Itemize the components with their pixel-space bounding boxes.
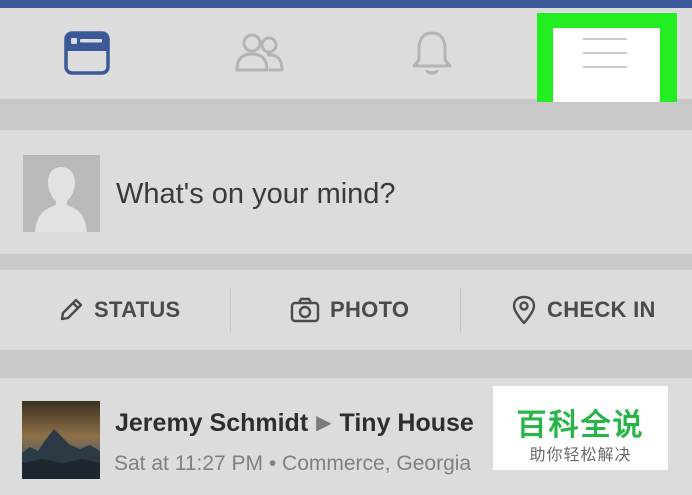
check-in-label: CHECK IN [547,297,656,322]
status-label: STATUS [94,297,181,322]
check-in-button[interactable]: CHECK IN [511,270,656,350]
section-gap [0,102,692,130]
menu-button[interactable] [553,28,660,112]
status-composer[interactable]: What's on your mind? [0,130,692,254]
section-gap [0,350,692,378]
action-divider [460,288,461,332]
notifications-tab[interactable] [397,22,467,84]
composer-prompt[interactable]: What's on your mind? [116,178,396,211]
top-status-strip [0,0,692,8]
post-meta: Sat at 11:27 PM • Commerce, Georgia [114,452,472,475]
watermark-title: 百科全说 [516,409,645,442]
avatar [23,155,100,232]
arrow-right-icon: ▶ [316,412,332,434]
news-feed-icon [64,31,110,75]
friends-tab[interactable] [224,22,294,84]
post-target[interactable]: Tiny House [340,409,474,437]
photo-label: PHOTO [330,297,410,322]
friends-icon [235,33,284,72]
status-button[interactable]: STATUS [58,270,181,350]
composer-actions: STATUS PHOTO CHECK IN [0,270,692,350]
photo-button[interactable]: PHOTO [290,270,409,350]
pencil-icon [60,298,83,321]
notifications-icon [412,31,452,75]
location-pin-icon [512,295,536,325]
news-feed-tab[interactable] [52,22,122,84]
watermark-subtitle: 助你轻松解决 [529,447,632,464]
camera-icon [290,297,320,323]
landscape-photo-icon [22,401,100,479]
watermark-logo: 百科全说 助你轻松解决 [493,386,668,470]
section-gap [0,254,692,270]
post-header: Jeremy Schmidt ▶ Tiny House [115,409,474,438]
author-name[interactable]: Jeremy Schmidt [115,409,308,437]
action-divider [230,288,231,332]
default-profile-icon [23,155,100,232]
post-author-avatar[interactable] [22,401,100,479]
